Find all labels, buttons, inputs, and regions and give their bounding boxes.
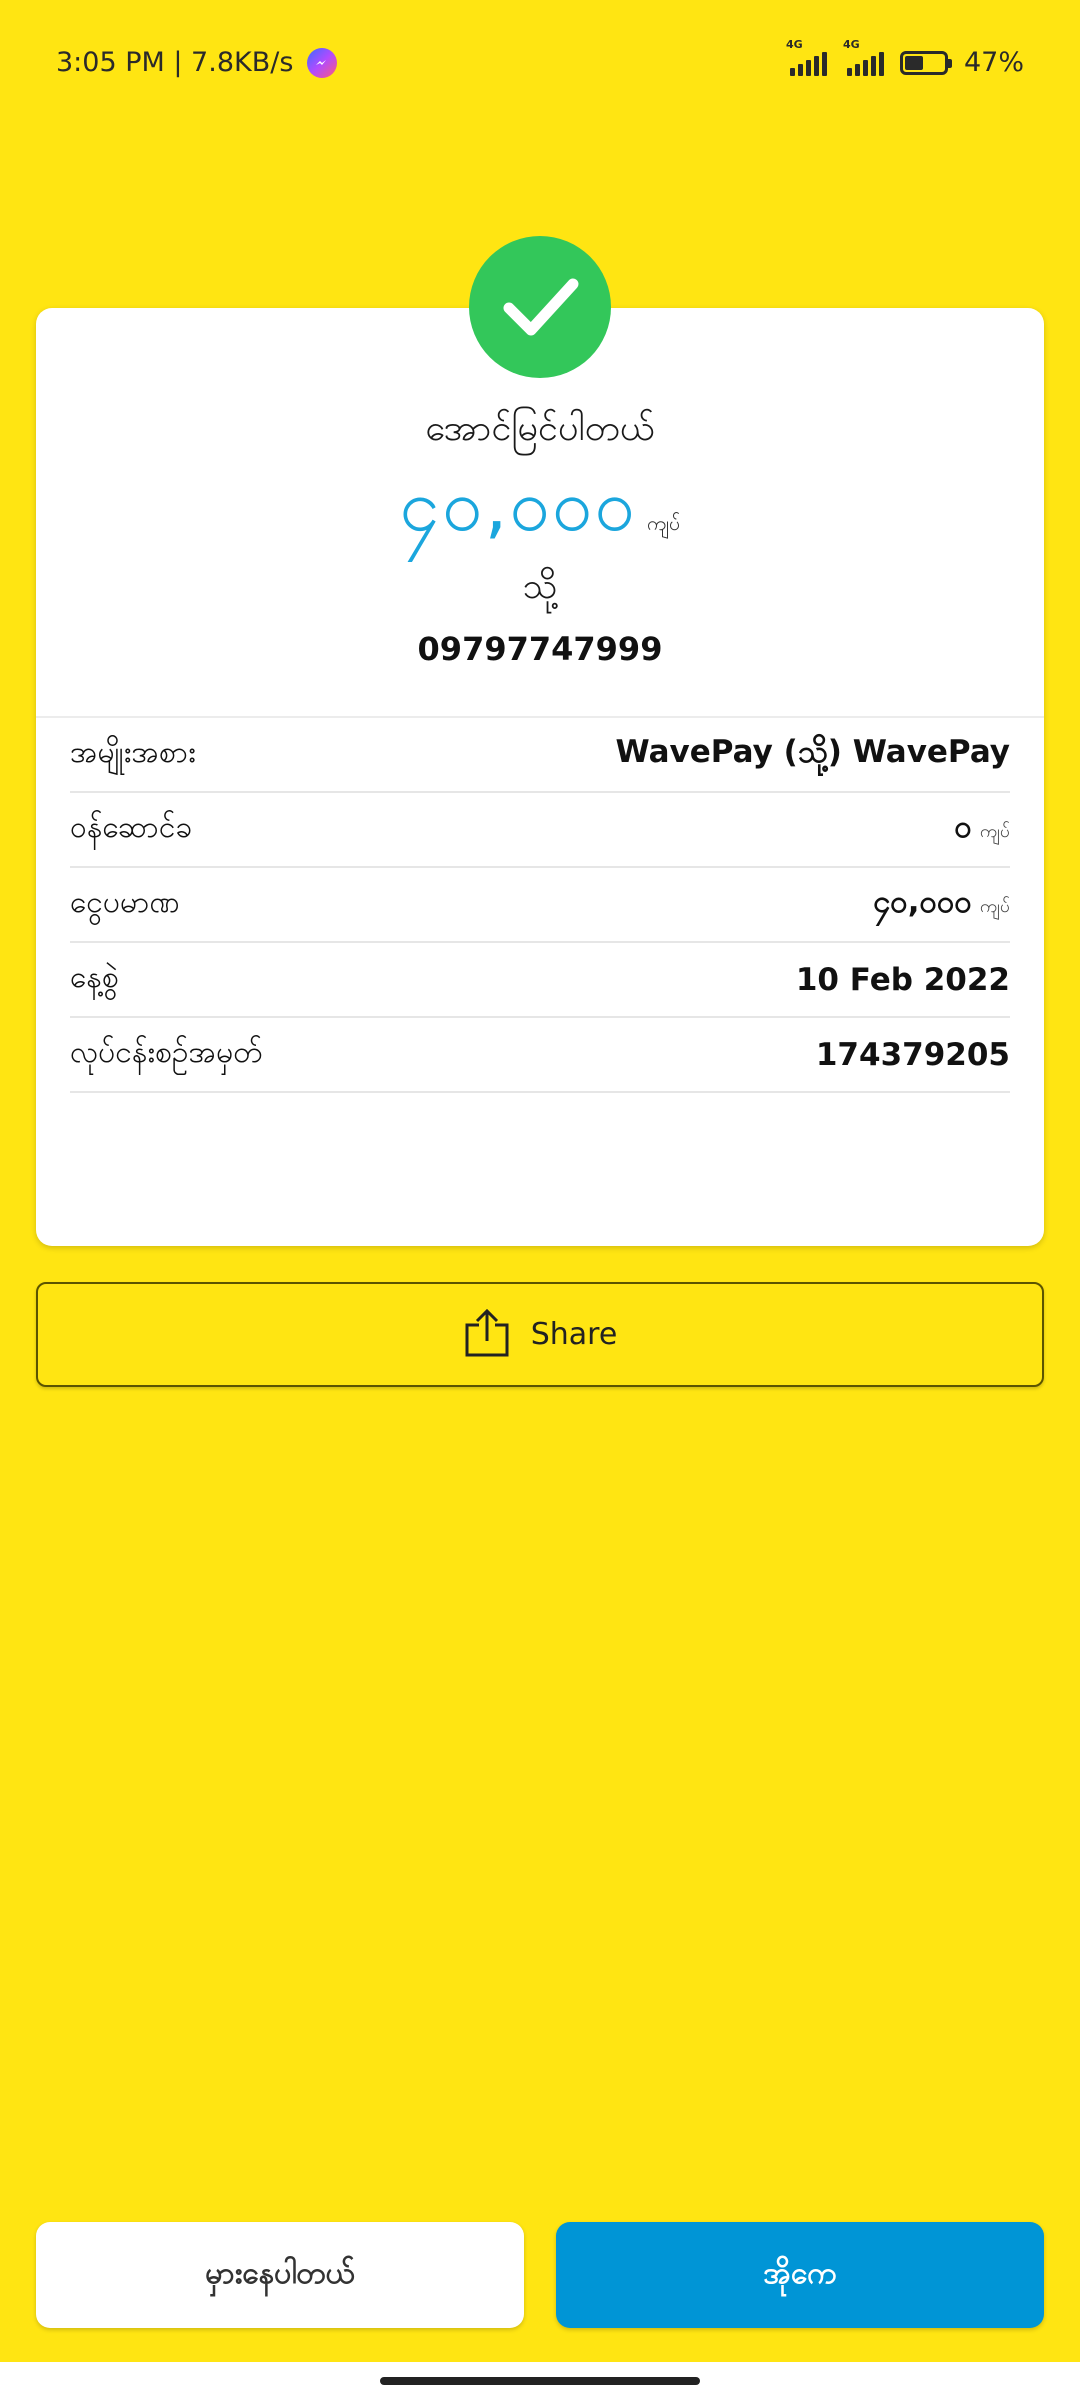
- amount-unit: ကျပ်: [646, 511, 681, 535]
- detail-label: ငွေပမာဏ: [70, 885, 180, 920]
- battery-fill: [904, 55, 923, 70]
- detail-row-date: နေ့စွဲ 10 Feb 2022: [70, 943, 1010, 1018]
- detail-label: နေ့စွဲ: [70, 960, 119, 995]
- detail-value-text: WavePay (သို့) WavePay: [615, 733, 1011, 770]
- share-button[interactable]: Share: [36, 1282, 1044, 1387]
- detail-value: 174379205: [816, 1037, 1010, 1073]
- signal-icon: 4G: [786, 38, 827, 76]
- detail-unit: ကျပ်: [979, 820, 1010, 842]
- detail-value: ၄၀,၀၀၀ ကျပ်: [873, 882, 1010, 928]
- report-wrong-button[interactable]: မှားနေပါတယ်: [36, 2222, 524, 2328]
- network-type-label: 4G: [785, 37, 803, 51]
- detail-row-amount: ငွေပမာဏ ၄၀,၀၀၀ ကျပ်: [70, 868, 1010, 943]
- detail-value: WavePay (သို့) WavePay: [616, 732, 1011, 778]
- time-and-speed: 3:05 PM | 7.8KB/s: [56, 47, 294, 78]
- detail-value-text: 10 Feb 2022: [795, 961, 1010, 998]
- battery-percent: 47%: [963, 47, 1024, 78]
- network-type-label-2: 4G: [842, 37, 860, 51]
- status-left: 3:05 PM | 7.8KB/s: [56, 47, 338, 78]
- success-message: အောင်မြင်ပါတယ်: [425, 408, 655, 449]
- detail-label: အမျိုးအစား: [70, 735, 196, 770]
- detail-value-text: ၀: [954, 808, 972, 845]
- status-bar: 3:05 PM | 7.8KB/s 4G 4G 47%: [0, 0, 1080, 125]
- detail-value: ၀ ကျပ်: [954, 807, 1010, 853]
- detail-label: လုပ်ငန်းစဉ်အမှတ်: [70, 1035, 263, 1070]
- transaction-details: အမျိုးအစား WavePay (သို့) WavePay ဝန်ဆော…: [70, 718, 1010, 1093]
- share-icon: [463, 1307, 511, 1363]
- detail-value-text: 174379205: [815, 1036, 1010, 1073]
- messenger-icon: [307, 47, 338, 78]
- detail-value: 10 Feb 2022: [796, 962, 1010, 998]
- amount-value: ၄၀,၀၀၀: [399, 463, 637, 547]
- detail-unit: ကျပ်: [979, 895, 1010, 917]
- signal-icon-2: 4G: [843, 38, 884, 76]
- detail-label: ဝန်ဆောင်ခ: [70, 810, 193, 845]
- home-indicator[interactable]: [380, 2377, 700, 2385]
- detail-row-type: အမျိုးအစား WavePay (သို့) WavePay: [70, 718, 1010, 793]
- detail-row-transaction-id: လုပ်ငန်းစဉ်အမှတ် 174379205: [70, 1018, 1010, 1093]
- status-right: 4G 4G 47%: [786, 38, 1024, 79]
- recipient-phone: 09797747999: [417, 630, 663, 668]
- detail-row-fee: ဝန်ဆောင်ခ ၀ ကျပ်: [70, 793, 1010, 868]
- amount-display: ၄၀,၀၀၀ ကျပ်: [0, 460, 1080, 566]
- success-check-icon: [469, 236, 611, 378]
- detail-value-text: ၄၀,၀၀၀: [872, 883, 972, 920]
- battery-icon: [899, 50, 952, 75]
- share-label: Share: [530, 1317, 618, 1352]
- to-label: သို့: [522, 566, 558, 607]
- ok-button[interactable]: အိုကေ: [556, 2222, 1044, 2328]
